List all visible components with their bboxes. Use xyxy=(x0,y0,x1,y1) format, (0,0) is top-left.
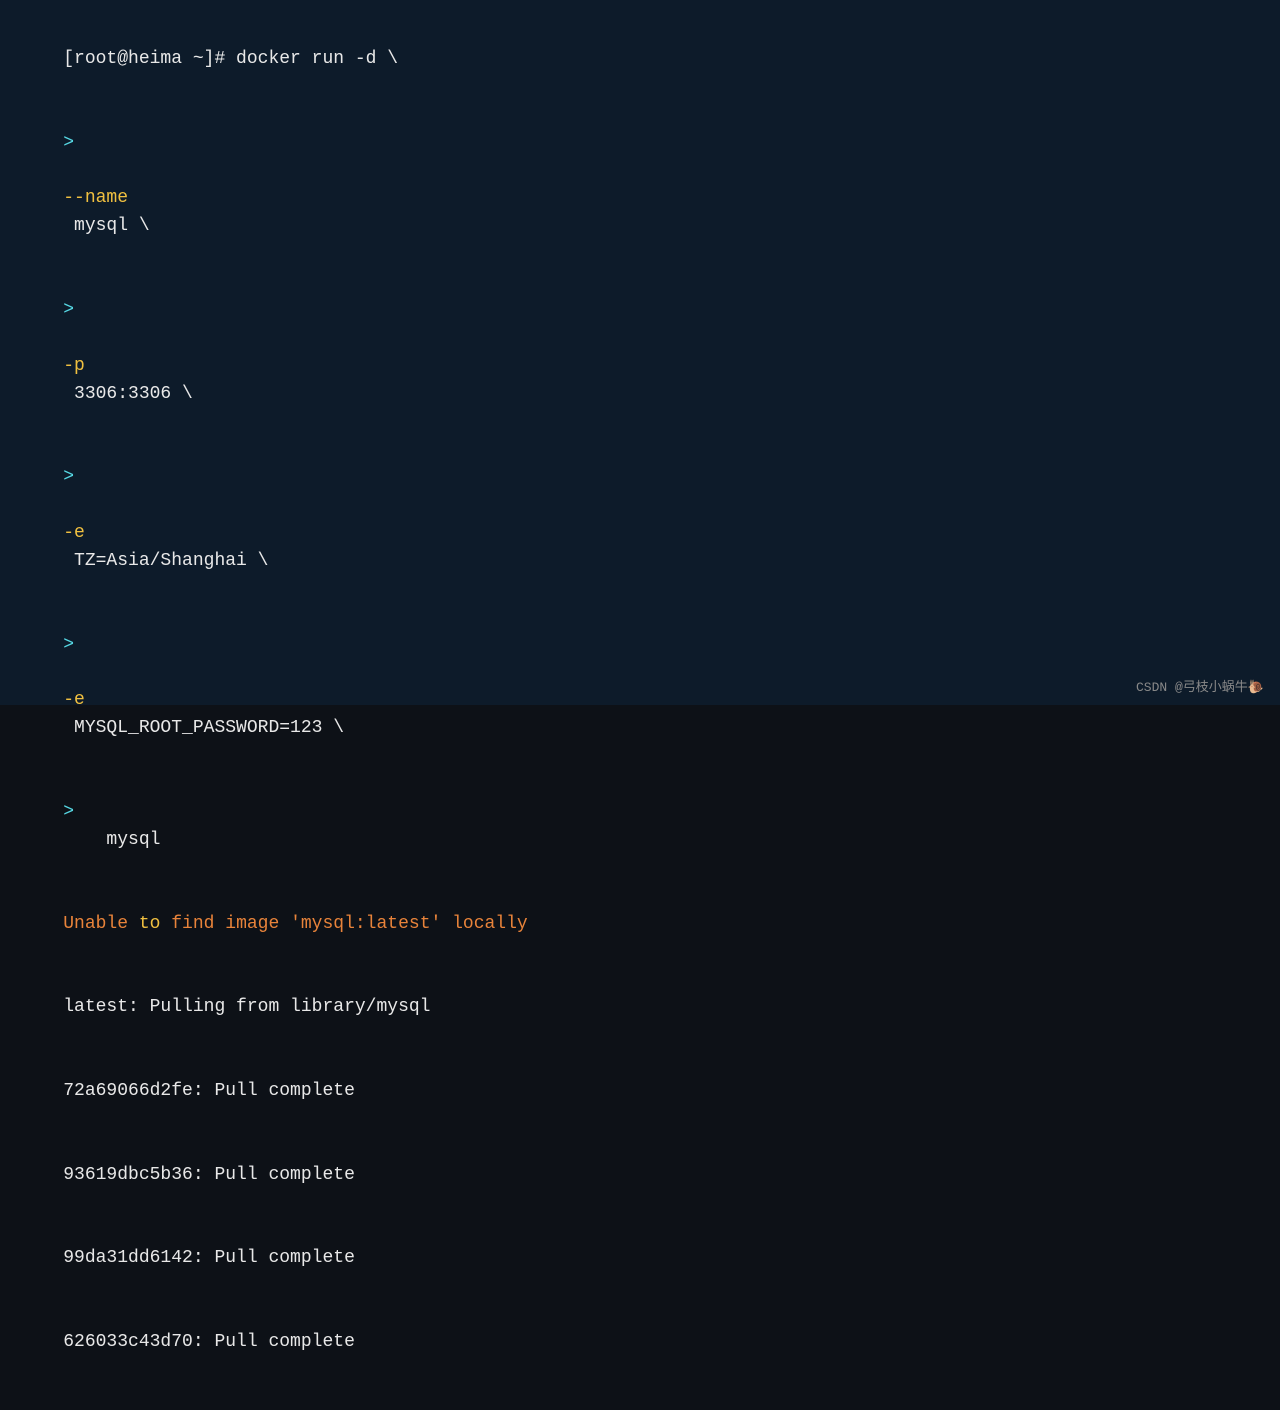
terminal-line: > -e MYSQL_ROOT_PASSWORD=123 \ xyxy=(20,604,1260,771)
line-text: latest: Pulling from library/mysql xyxy=(63,997,430,1017)
line-text: mysql xyxy=(63,830,160,850)
terminal-line: > -e TZ=Asia/Shanghai \ xyxy=(20,436,1260,603)
terminal-line: 72a69066d2fe: Pull complete xyxy=(20,1050,1260,1134)
terminal-line: > mysql xyxy=(20,771,1260,883)
line-text xyxy=(63,160,106,180)
terminal-line: [root@heima ~]# docker run -d \ xyxy=(20,18,1260,102)
terminal-line: latest: Pulling from library/mysql xyxy=(20,966,1260,1050)
line-text: 626033c43d70: Pull complete xyxy=(63,1332,355,1352)
terminal-line: 626033c43d70: Pull complete xyxy=(20,1301,1260,1385)
terminal-line: Unable to find image 'mysql:latest' loca… xyxy=(20,883,1260,967)
prompt-gt: > xyxy=(63,133,74,153)
line-text xyxy=(63,495,106,515)
flag-text: -p xyxy=(63,356,85,376)
line-text: 93619dbc5b36: Pull complete xyxy=(63,1165,355,1185)
prompt-gt: > xyxy=(63,802,74,822)
line-text: to xyxy=(139,914,161,934)
line-text: 72a69066d2fe: Pull complete xyxy=(63,1081,355,1101)
prompt-gt: > xyxy=(63,635,74,655)
terminal-line: 99da31dd6142: Pull complete xyxy=(20,1217,1260,1301)
terminal-line: 37d5d7efb64e: Pull complete xyxy=(20,1385,1260,1410)
line-text: TZ=Asia/Shanghai \ xyxy=(63,551,268,571)
line-text: 3306:3306 \ xyxy=(63,384,193,404)
flag-text: -e xyxy=(63,690,85,710)
line-text: 99da31dd6142: Pull complete xyxy=(63,1248,355,1268)
error-text: find image 'mysql:latest' locally xyxy=(160,914,527,934)
terminal-line: > -p 3306:3306 \ xyxy=(20,269,1260,436)
flag-text: -e xyxy=(63,523,85,543)
line-text: [root@heima ~]# docker run -d \ xyxy=(63,49,398,69)
terminal-window: [root@heima ~]# docker run -d \ > --name… xyxy=(0,0,1280,705)
line-text xyxy=(63,662,106,682)
line-text xyxy=(63,328,106,348)
prompt-gt: > xyxy=(63,467,74,487)
line-text: MYSQL_ROOT_PASSWORD=123 \ xyxy=(63,718,344,738)
terminal-line: 93619dbc5b36: Pull complete xyxy=(20,1134,1260,1218)
prompt-gt: > xyxy=(63,300,74,320)
terminal-line: > --name mysql \ xyxy=(20,102,1260,269)
watermark: CSDN @弓枝小蜗牛🐌 xyxy=(1136,676,1264,695)
line-text: mysql \ xyxy=(63,216,149,236)
error-text: Unable xyxy=(63,914,139,934)
flag-text: --name xyxy=(63,188,128,208)
